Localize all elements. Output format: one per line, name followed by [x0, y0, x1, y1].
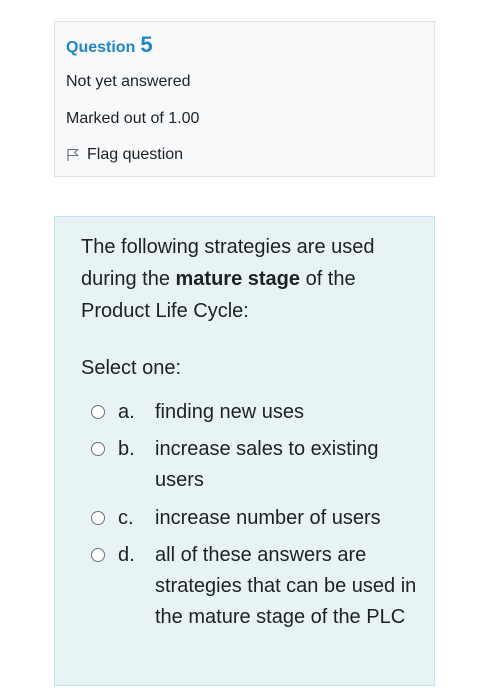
radio-button-d[interactable]	[91, 548, 105, 562]
flag-question-button[interactable]: Flag question	[66, 146, 183, 164]
question-heading: Question 5	[66, 32, 153, 58]
question-grade: Marked out of 1.00	[66, 110, 200, 127]
radio-button-c[interactable]	[91, 511, 105, 525]
option-label[interactable]: increase sales to existing users	[155, 434, 421, 496]
answer-option-a[interactable]: a. finding new uses	[91, 397, 421, 428]
option-label[interactable]: finding new uses	[155, 397, 421, 428]
flag-question-label: Flag question	[87, 146, 184, 163]
question-number: 5	[140, 32, 153, 57]
question-text: The following strategies are used during…	[81, 231, 416, 327]
answer-option-c[interactable]: c. increase number of users	[91, 503, 421, 534]
question-text-emphasis: mature stage	[175, 268, 301, 290]
question-state: Not yet answered	[66, 73, 191, 90]
radio-button-b[interactable]	[91, 442, 105, 456]
option-letter: b.	[118, 438, 135, 460]
flag-icon[interactable]	[66, 148, 80, 162]
question-content-panel: The following strategies are used during…	[54, 216, 435, 686]
question-label: Question	[66, 39, 136, 56]
answer-option-b[interactable]: b. increase sales to existing users	[91, 434, 421, 496]
question-info-panel: Question 5 Not yet answered Marked out o…	[54, 21, 435, 177]
option-letter: c.	[118, 507, 134, 529]
option-label[interactable]: increase number of users	[155, 503, 421, 534]
select-one-prompt: Select one:	[81, 357, 182, 379]
option-label[interactable]: all of these answers are strategies that…	[155, 540, 421, 633]
answer-option-d[interactable]: d. all of these answers are strategies t…	[91, 540, 421, 633]
radio-button-a[interactable]	[91, 405, 105, 419]
option-letter: d.	[118, 544, 135, 566]
option-letter: a.	[118, 401, 135, 423]
